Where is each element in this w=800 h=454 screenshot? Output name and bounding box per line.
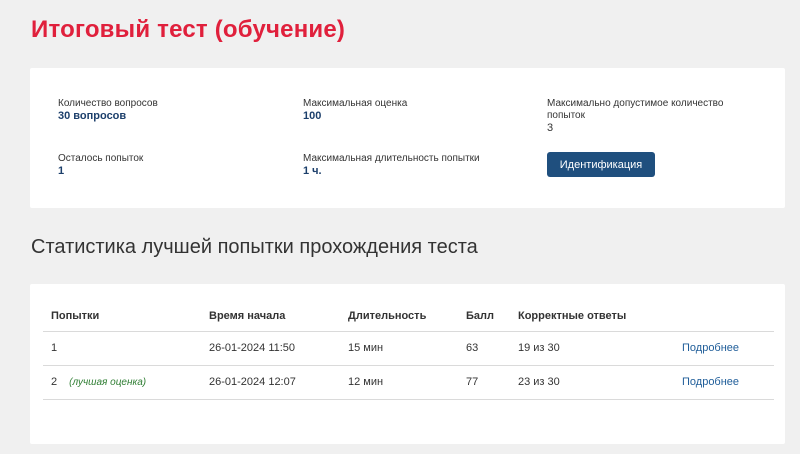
identification-button[interactable]: Идентификация	[547, 152, 655, 177]
max-score-value: 100	[303, 110, 322, 122]
questions-count-value: 30 вопросов	[58, 110, 127, 122]
max-duration-field: Максимальная длительность попытки 1 ч.	[303, 153, 480, 178]
table-row: 1 26-01-2024 11:50 15 мин 63 19 из 30 По…	[43, 331, 774, 366]
score-cell: 63	[458, 331, 510, 366]
score-cell: 77	[458, 365, 510, 400]
best-score-note: (лучшая оценка)	[69, 377, 147, 388]
max-score-label: Максимальная оценка	[303, 98, 408, 109]
col-start-header: Время начала	[201, 301, 340, 332]
duration-cell: 15 мин	[340, 331, 458, 366]
duration-cell: 12 мин	[340, 365, 458, 400]
questions-count-label: Количество вопросов	[58, 98, 158, 109]
details-cell: Подробнее	[674, 365, 774, 400]
start-time-cell: 26-01-2024 12:07	[201, 365, 340, 400]
attempts-table: Попытки Время начала Длительность Балл К…	[43, 301, 774, 400]
max-attempts-label: Максимально допустимое количество попыто…	[547, 98, 724, 121]
questions-count-field: Количество вопросов 30 вопросов	[58, 98, 158, 123]
attempt-number-cell: 1	[43, 331, 201, 366]
page-title: Итоговый тест (обучение)	[31, 16, 346, 43]
start-time-cell: 26-01-2024 11:50	[201, 331, 340, 366]
col-score-header: Балл	[458, 301, 510, 332]
remaining-attempts-label: Осталось попыток	[58, 153, 144, 164]
attempt-number: 2	[51, 376, 58, 388]
remaining-attempts-value: 1	[58, 165, 65, 177]
remaining-attempts-field: Осталось попыток 1	[58, 153, 143, 178]
details-link[interactable]: Подробнее	[682, 342, 739, 354]
correct-answers-cell: 19 из 30	[510, 331, 674, 366]
test-info-card: Количество вопросов 30 вопросов Максимал…	[30, 68, 785, 208]
attempt-number-cell: 2 (лучшая оценка)	[43, 365, 201, 400]
col-details-header	[674, 301, 774, 332]
col-correct-header: Корректные ответы	[510, 301, 674, 332]
table-row: 2 (лучшая оценка) 26-01-2024 12:07 12 мин…	[43, 365, 774, 400]
stats-card: Попытки Время начала Длительность Балл К…	[30, 284, 785, 444]
max-attempts-field: Максимально допустимое количество попыто…	[547, 98, 737, 135]
max-score-field: Максимальная оценка 100	[303, 98, 407, 123]
max-duration-value: 1 ч.	[303, 165, 322, 177]
correct-answers-cell: 23 из 30	[510, 365, 674, 400]
max-attempts-value: 3	[547, 122, 554, 134]
col-duration-header: Длительность	[340, 301, 458, 332]
max-duration-label: Максимальная длительность попытки	[303, 153, 480, 164]
stats-title: Статистика лучшей попытки прохождения те…	[31, 236, 478, 258]
table-header-row: Попытки Время начала Длительность Балл К…	[43, 301, 774, 332]
details-link[interactable]: Подробнее	[682, 376, 739, 388]
details-cell: Подробнее	[674, 331, 774, 366]
col-attempts-header: Попытки	[43, 301, 201, 332]
attempt-number: 1	[51, 342, 58, 354]
